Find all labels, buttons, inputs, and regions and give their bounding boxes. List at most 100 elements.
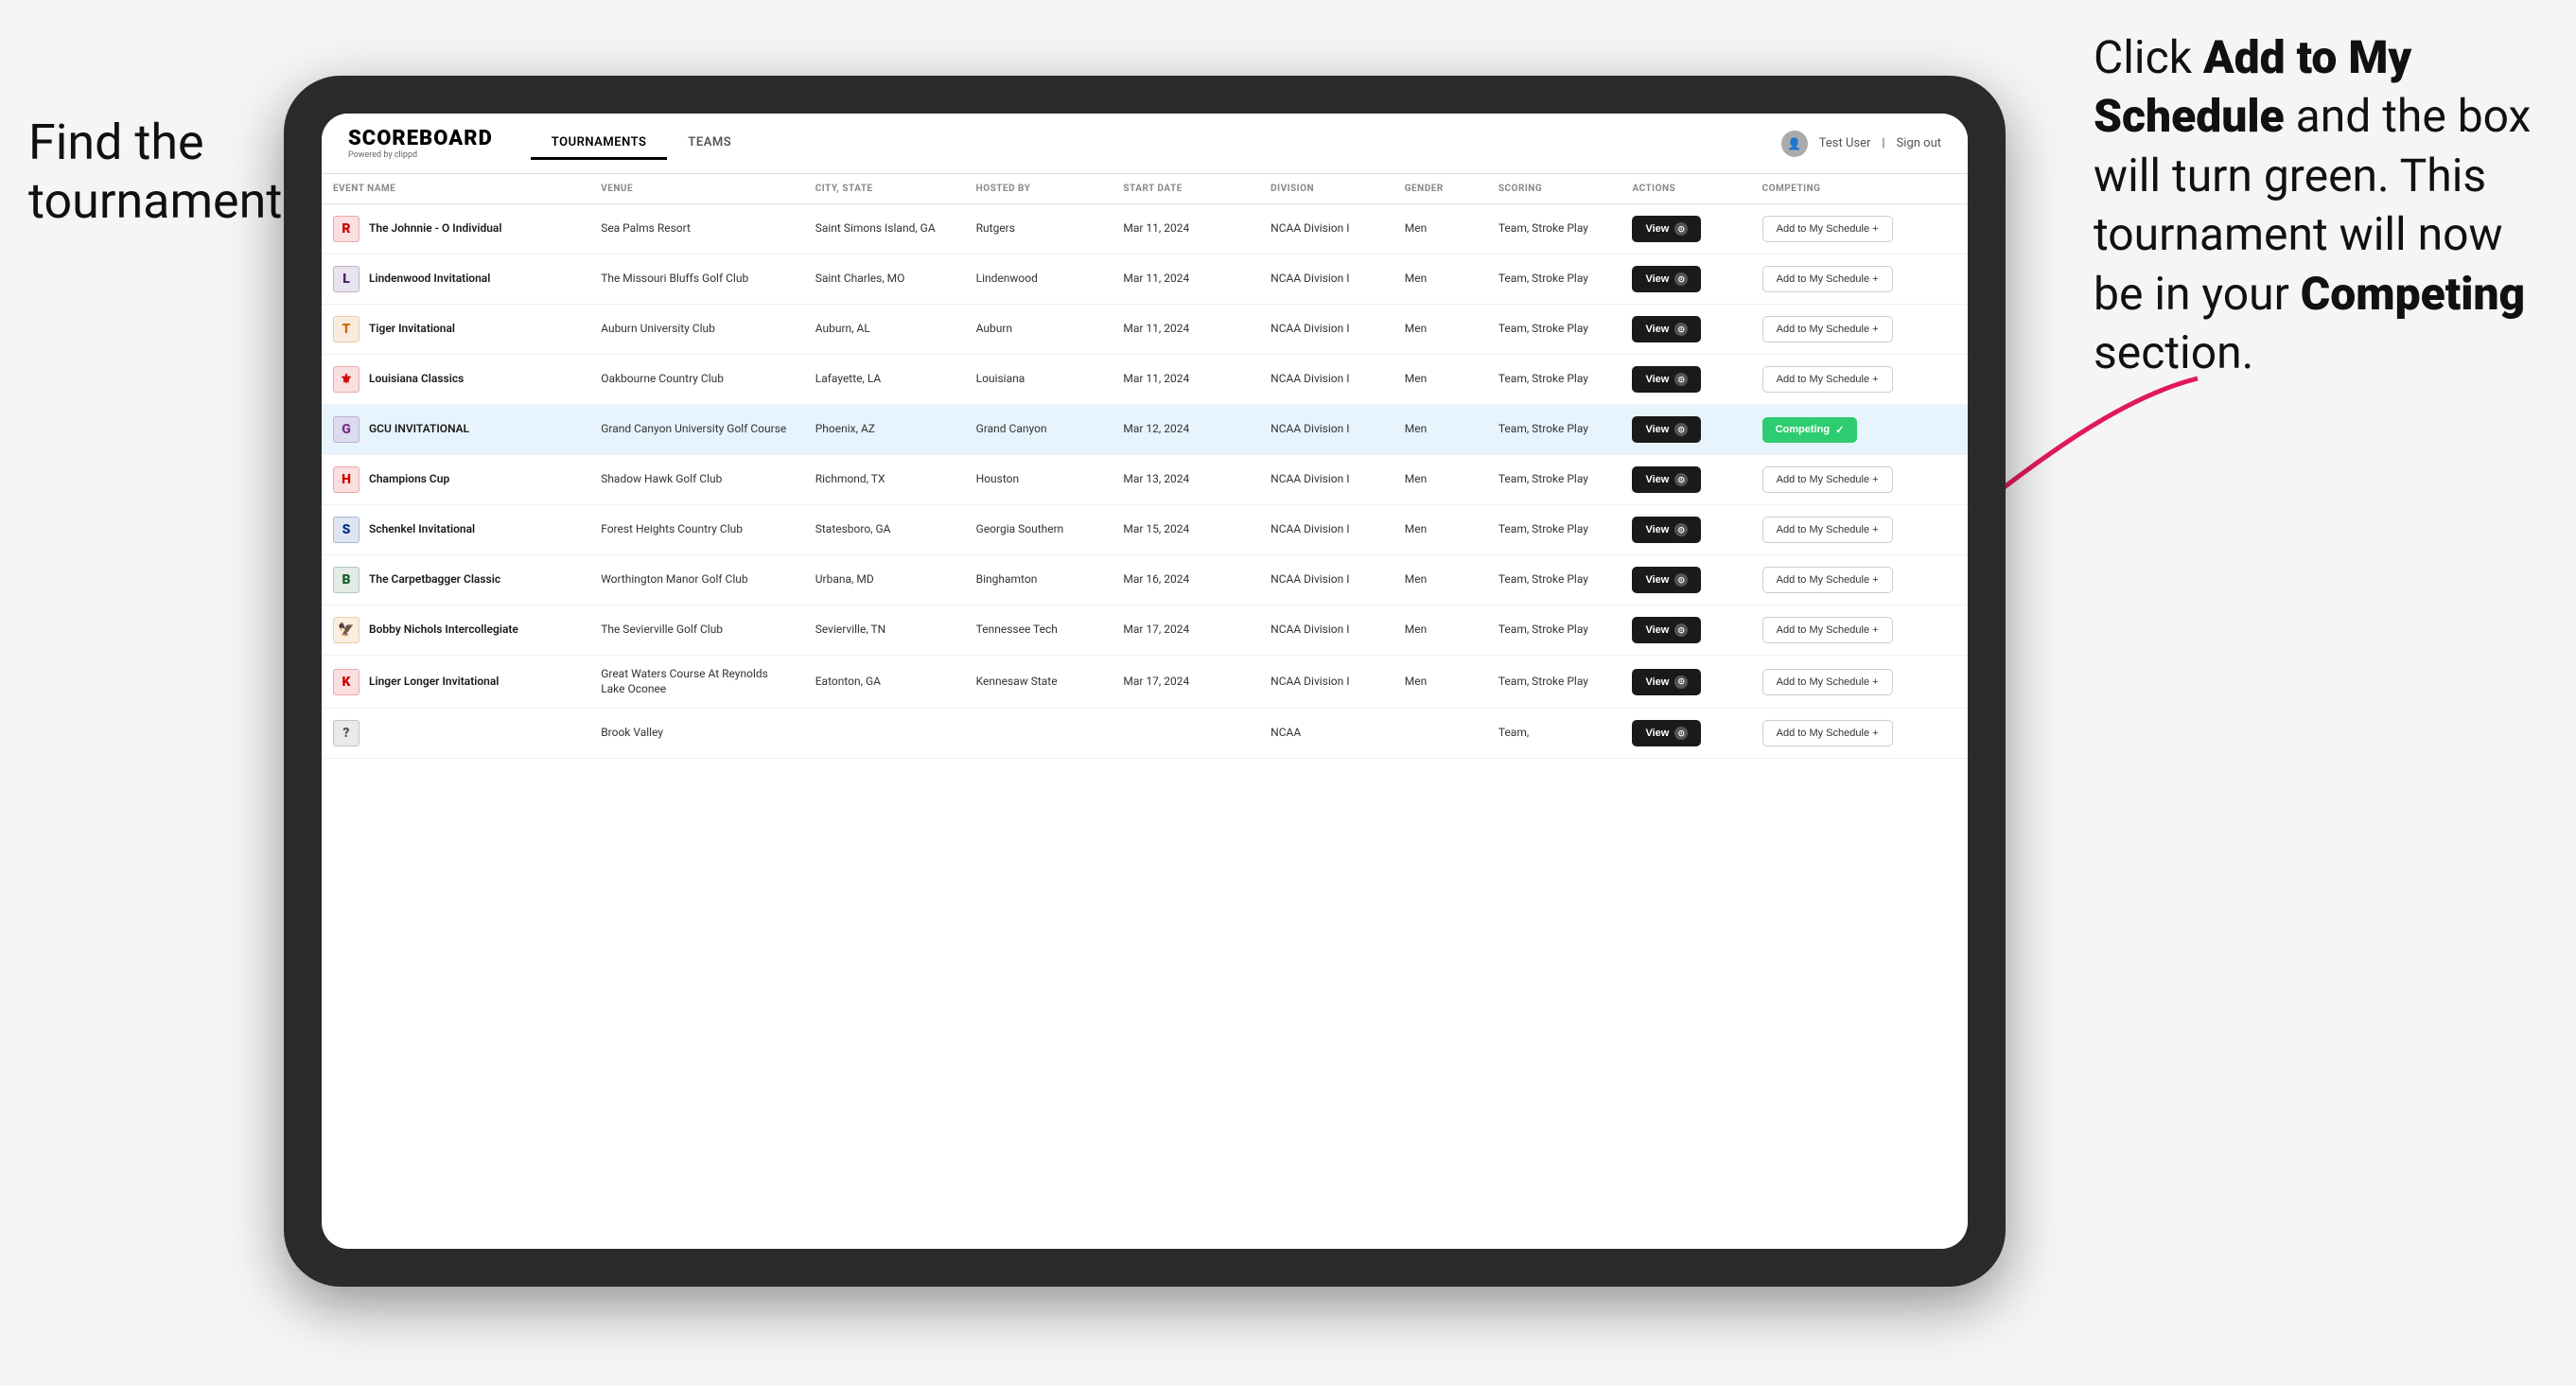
event-name-text: The Carpetbagger Classic [369,572,500,588]
view-icon: ⊙ [1674,222,1688,236]
hosted-cell: Kennesaw State [965,656,1113,709]
city-cell: Sevierville, TN [804,605,965,656]
hosted-cell: Houston [965,455,1113,505]
gender-cell: Men [1393,656,1487,709]
view-button[interactable]: View ⊙ [1632,316,1701,342]
team-logo: H [333,466,359,493]
tournaments-table: EVENT NAME VENUE CITY, STATE HOSTED BY S… [322,174,1968,759]
event-name-text: Lindenwood Invitational [369,272,490,287]
venue-cell: Grand Canyon University Golf Course [589,405,804,455]
logo-text: SCOREBOARD [348,127,493,150]
scoring-cell: Team, Stroke Play [1487,305,1621,355]
tablet-screen: SCOREBOARD Powered by clippd TOURNAMENTS… [322,114,1968,1249]
tab-tournaments[interactable]: TOURNAMENTS [531,128,668,160]
add-to-schedule-button[interactable]: Add to My Schedule + [1762,617,1893,643]
table-row: L Lindenwood Invitational The Missouri B… [322,254,1968,305]
competing-cell: Add to My Schedule + [1751,254,1968,305]
add-to-schedule-button[interactable]: Add to My Schedule + [1762,366,1893,393]
col-header-city: CITY, STATE [804,174,965,204]
city-cell [804,709,965,759]
table-header-row: EVENT NAME VENUE CITY, STATE HOSTED BY S… [322,174,1968,204]
date-cell: Mar 17, 2024 [1112,656,1259,709]
add-to-schedule-button[interactable]: Add to My Schedule + [1762,466,1893,493]
annotation-left: Find the tournament. [28,114,295,232]
competing-cell: Add to My Schedule + [1751,204,1968,254]
hosted-cell: Auburn [965,305,1113,355]
scoring-cell: Team, Stroke Play [1487,355,1621,405]
competing-button[interactable]: Competing [1762,417,1858,443]
competing-cell: Competing [1751,405,1968,455]
view-icon: ⊙ [1674,573,1688,587]
date-cell: Mar 15, 2024 [1112,505,1259,555]
pipe-separator: | [1882,136,1884,150]
add-to-schedule-button[interactable]: Add to My Schedule + [1762,517,1893,543]
col-header-gender: GENDER [1393,174,1487,204]
city-cell: Richmond, TX [804,455,965,505]
gender-cell: Men [1393,455,1487,505]
date-cell [1112,709,1259,759]
table-row: ? Brook ValleyNCAATeam, View ⊙ Add to My… [322,709,1968,759]
event-name-cell: B The Carpetbagger Classic [322,555,589,605]
table-row: R The Johnnie - O Individual Sea Palms R… [322,204,1968,254]
hosted-cell [965,709,1113,759]
view-button[interactable]: View ⊙ [1632,720,1701,746]
date-cell: Mar 11, 2024 [1112,204,1259,254]
event-name-cell: R The Johnnie - O Individual [322,204,589,254]
event-name-text: Champions Cup [369,472,449,487]
scoring-cell: Team, [1487,709,1621,759]
add-to-schedule-button[interactable]: Add to My Schedule + [1762,316,1893,342]
hosted-cell: Georgia Southern [965,505,1113,555]
event-name-cell: 🦅 Bobby Nichols Intercollegiate [322,605,589,656]
view-button[interactable]: View ⊙ [1632,266,1701,292]
team-logo: T [333,316,359,342]
competing-cell: Add to My Schedule + [1751,305,1968,355]
tablet-frame: SCOREBOARD Powered by clippd TOURNAMENTS… [284,76,2006,1287]
col-header-event: EVENT NAME [322,174,589,204]
add-to-schedule-button[interactable]: Add to My Schedule + [1762,720,1893,746]
col-header-scoring: SCORING [1487,174,1621,204]
date-cell: Mar 12, 2024 [1112,405,1259,455]
add-to-schedule-button[interactable]: Add to My Schedule + [1762,669,1893,695]
team-logo: ? [333,720,359,746]
venue-cell: Sea Palms Resort [589,204,804,254]
view-button[interactable]: View ⊙ [1632,366,1701,393]
event-name-cell: L Lindenwood Invitational [322,254,589,305]
view-button[interactable]: View ⊙ [1632,517,1701,543]
division-cell: NCAA Division I [1259,405,1393,455]
team-logo: 🦅 [333,617,359,643]
event-name-cell: T Tiger Invitational [322,305,589,355]
view-button[interactable]: View ⊙ [1632,216,1701,242]
view-button[interactable]: View ⊙ [1632,669,1701,695]
view-button[interactable]: View ⊙ [1632,466,1701,493]
venue-cell: The Missouri Bluffs Golf Club [589,254,804,305]
event-name-text: The Johnnie - O Individual [369,221,501,237]
view-button[interactable]: View ⊙ [1632,567,1701,593]
gender-cell: Men [1393,405,1487,455]
add-to-schedule-button[interactable]: Add to My Schedule + [1762,266,1893,292]
gender-cell: Men [1393,555,1487,605]
view-button[interactable]: View ⊙ [1632,617,1701,643]
logo-sub: Powered by clippd [348,150,493,160]
division-cell: NCAA Division I [1259,455,1393,505]
city-cell: Saint Charles, MO [804,254,965,305]
competing-cell: Add to My Schedule + [1751,709,1968,759]
col-header-actions: ACTIONS [1621,174,1750,204]
col-header-competing: COMPETING [1751,174,1968,204]
team-logo: G [333,416,359,443]
scoring-cell: Team, Stroke Play [1487,555,1621,605]
venue-cell: The Sevierville Golf Club [589,605,804,656]
gender-cell: Men [1393,254,1487,305]
tab-teams[interactable]: TEAMS [667,128,752,160]
actions-cell: View ⊙ [1621,254,1750,305]
date-cell: Mar 11, 2024 [1112,305,1259,355]
add-to-schedule-button[interactable]: Add to My Schedule + [1762,567,1893,593]
sign-out-link[interactable]: Sign out [1897,136,1941,150]
col-header-date: START DATE [1112,174,1259,204]
avatar: 👤 [1781,131,1808,157]
scoring-cell: Team, Stroke Play [1487,254,1621,305]
event-name-text: Tiger Invitational [369,322,455,337]
hosted-cell: Grand Canyon [965,405,1113,455]
view-button[interactable]: View ⊙ [1632,416,1701,443]
division-cell: NCAA Division I [1259,656,1393,709]
add-to-schedule-button[interactable]: Add to My Schedule + [1762,216,1893,242]
